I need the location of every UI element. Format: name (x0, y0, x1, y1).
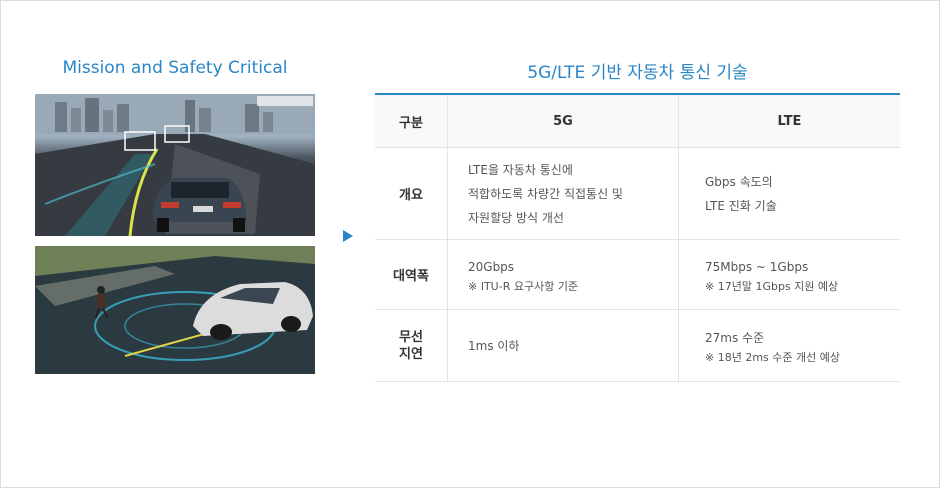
cell-text: Gbps 속도의 (705, 174, 773, 189)
right-section-title: 5G/LTE 기반 자동차 통신 기술 (527, 63, 748, 83)
row-label-line: 무선 (399, 329, 423, 345)
cell-5g-bandwidth: 20Gbps ※ ITU-R 요구사항 기준 (447, 239, 679, 310)
cell-5g-latency: 1ms 이하 (447, 309, 679, 382)
cell-lte-latency: 27ms 수준 ※ 18년 2ms 수준 개선 예상 (678, 309, 900, 382)
cell-5g-overview: LTE을 자동차 통신에 적합하도록 차량간 직접통신 및 자원할당 방식 개선 (447, 147, 679, 240)
cell-text: 75Mbps ~ 1Gbps (705, 259, 809, 274)
table-header-row: 구분 5G LTE (375, 93, 900, 148)
cell-text: 1ms 이하 (468, 338, 520, 353)
row-label-latency: 무선 지연 (375, 309, 448, 382)
cell-note: ※ 18년 2ms 수준 개선 예상 (705, 350, 840, 364)
cell-lte-overview: Gbps 속도의 LTE 진화 기술 (678, 147, 900, 240)
header-lte: LTE (678, 93, 900, 148)
cell-lte-bandwidth: 75Mbps ~ 1Gbps ※ 17년말 1Gbps 지원 예상 (678, 239, 900, 310)
table-row-bandwidth: 대역폭 20Gbps ※ ITU-R 요구사항 기준 75Mbps ~ 1Gbp… (375, 239, 900, 310)
row-label-overview: 개요 (375, 147, 448, 240)
cell-text: 자원할당 방식 개선 (468, 210, 564, 225)
header-category: 구분 (375, 93, 448, 148)
cell-text: 27ms 수준 (705, 330, 765, 345)
header-5g: 5G (447, 93, 679, 148)
cell-text: 적합하도록 차량간 직접통신 및 (468, 186, 623, 201)
cell-text: LTE을 자동차 통신에 (468, 162, 573, 177)
comparison-table: 구분 5G LTE 개요 LTE을 자동차 통신에 적합하도록 차량간 직접통신… (375, 93, 900, 382)
arrow-right-icon (343, 230, 353, 242)
row-label-bandwidth: 대역폭 (375, 239, 448, 310)
cell-text: LTE 진화 기술 (705, 198, 777, 213)
left-section-title: Mission and Safety Critical (62, 58, 288, 78)
table-row-latency: 무선 지연 1ms 이하 27ms 수준 ※ 18년 2ms 수준 개선 예상 (375, 309, 900, 382)
cell-note: ※ ITU-R 요구사항 기준 (468, 279, 579, 293)
row-label-line: 지연 (399, 346, 423, 362)
content-frame: Mission and Safety Critical 5G/LTE 기반 자동… (0, 0, 940, 488)
cell-text: 20Gbps (468, 259, 515, 274)
cell-note: ※ 17년말 1Gbps 지원 예상 (705, 279, 839, 293)
table-row-overview: 개요 LTE을 자동차 통신에 적합하도록 차량간 직접통신 및 자원할당 방식… (375, 147, 900, 240)
pedestrian-detection-image (35, 246, 315, 374)
autonomous-car-highway-image (35, 94, 315, 236)
